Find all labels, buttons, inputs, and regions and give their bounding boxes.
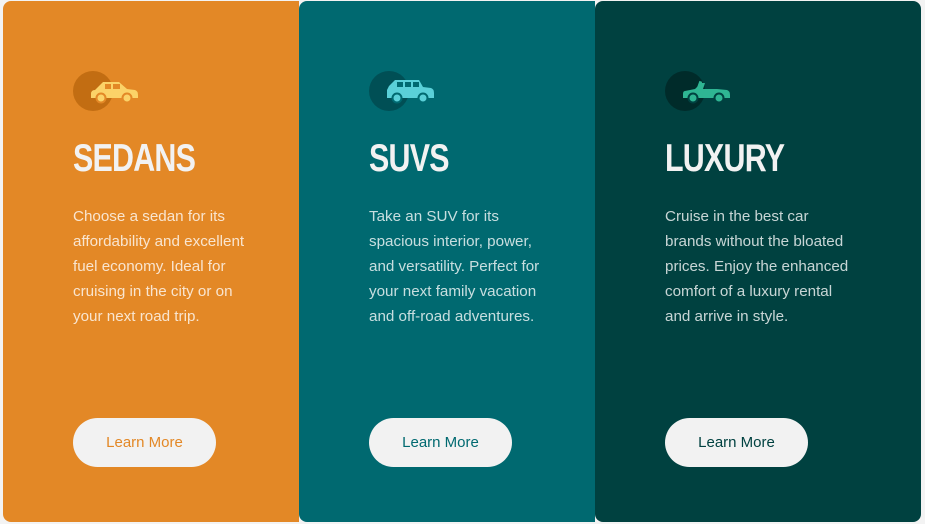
car-category-cards: SEDANS Choose a sedan for its affordabil…	[3, 1, 921, 522]
card-description: Choose a sedan for its affordability and…	[73, 208, 245, 325]
learn-more-button[interactable]: Learn More	[73, 418, 216, 467]
card-title: LUXURY	[665, 137, 785, 180]
suv-car-icon	[369, 71, 435, 111]
card-description: Cruise in the best car brands without th…	[665, 208, 849, 325]
sedan-car-icon	[73, 71, 139, 111]
learn-more-button[interactable]: Learn More	[369, 418, 512, 467]
card-suvs: SUVS Take an SUV for its spacious interi…	[299, 1, 595, 522]
card-title: SEDANS	[73, 137, 196, 180]
card-description: Take an SUV for its spacious interior, p…	[369, 208, 540, 325]
card-luxury: LUXURY Cruise in the best car brands wit…	[595, 1, 921, 522]
card-sedans: SEDANS Choose a sedan for its affordabil…	[3, 1, 299, 522]
card-title: SUVS	[369, 137, 449, 180]
luxury-car-icon	[665, 71, 731, 111]
learn-more-button[interactable]: Learn More	[665, 418, 808, 467]
